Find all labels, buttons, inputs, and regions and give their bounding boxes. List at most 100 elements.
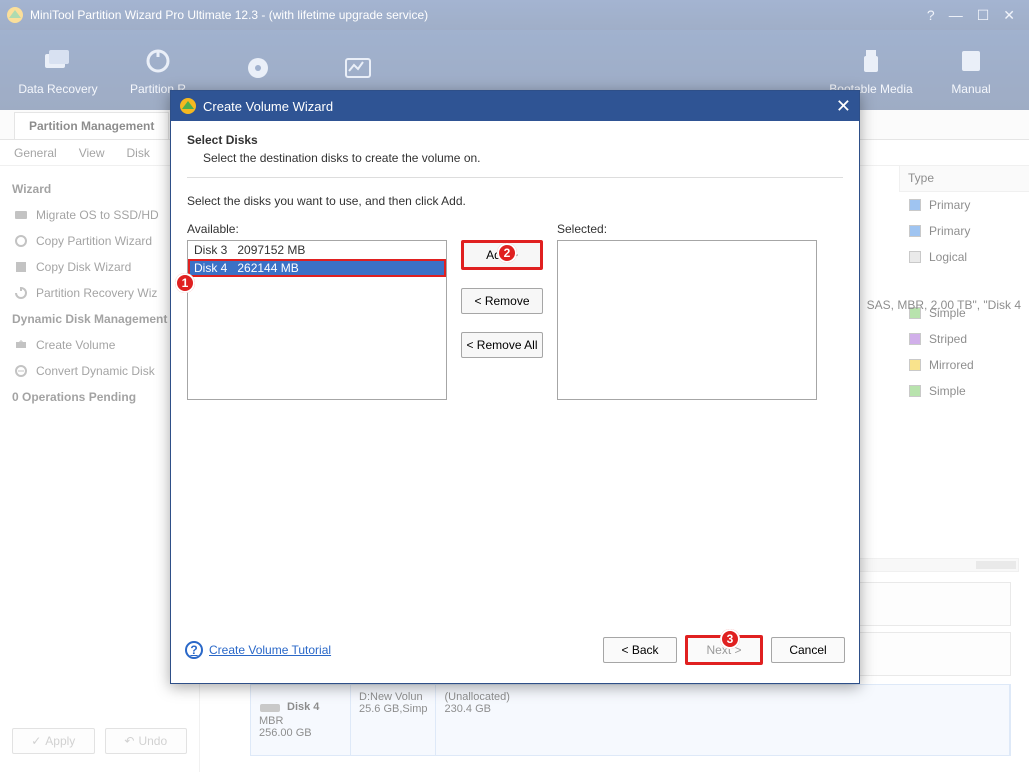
- sidebar-dynamic-header: Dynamic Disk Management: [12, 312, 187, 326]
- window-help-icon[interactable]: ?: [927, 7, 935, 24]
- callout-badge-3: 3: [720, 629, 740, 649]
- type-label: Simple: [929, 384, 966, 398]
- sidebar-convert-dynamic[interactable]: Convert Dynamic Disk: [12, 358, 187, 384]
- sidebar-copy-disk[interactable]: Copy Disk Wizard: [12, 254, 187, 280]
- dialog-instruction: Select the disks you want to use, and th…: [187, 194, 843, 208]
- hdd-icon: [259, 701, 281, 715]
- dialog-step-header: Select Disks: [187, 133, 843, 147]
- disk-size: 256.00 GB: [259, 727, 342, 739]
- help-icon: ?: [185, 641, 203, 659]
- type-row[interactable]: Striped: [899, 326, 1029, 352]
- partition-cell[interactable]: D:New Volun 25.6 GB,Simp: [351, 685, 436, 755]
- sidebar-item-label: Create Volume: [36, 338, 115, 352]
- swatch-icon: [909, 251, 921, 263]
- type-row[interactable]: Primary: [899, 192, 1029, 218]
- undo-button[interactable]: ↶Undo: [105, 728, 188, 754]
- dialog-title: Create Volume Wizard: [203, 99, 333, 114]
- callout-badge-2: 2: [497, 243, 517, 263]
- recovery-icon: [14, 286, 28, 300]
- remove-all-button[interactable]: < Remove All: [461, 332, 543, 358]
- type-row[interactable]: Mirrored: [899, 352, 1029, 378]
- menu-general[interactable]: General: [14, 146, 57, 160]
- toolbar-disk[interactable]: [208, 51, 308, 89]
- toolbar-label: Data Recovery: [8, 82, 108, 96]
- partition-name: D:New Volun: [359, 691, 427, 703]
- sidebar-partition-recovery[interactable]: Partition Recovery Wiz: [12, 280, 187, 306]
- swatch-icon: [909, 225, 921, 237]
- menu-view[interactable]: View: [79, 146, 105, 160]
- callout-badge-1: 1: [175, 273, 195, 293]
- window-titlebar: MiniTool Partition Wizard Pro Ultimate 1…: [0, 0, 1029, 30]
- apply-label: Apply: [45, 734, 75, 748]
- sidebar-wizard-header: Wizard: [12, 182, 187, 196]
- sidebar-copy-partition[interactable]: Copy Partition Wizard: [12, 228, 187, 254]
- partition-size: 230.4 GB: [444, 703, 1001, 715]
- cancel-button[interactable]: Cancel: [771, 637, 845, 663]
- help-link-label: Create Volume Tutorial: [209, 643, 331, 657]
- toolbar-data-recovery[interactable]: Data Recovery: [8, 44, 108, 96]
- partition-name: (Unallocated): [444, 691, 1001, 703]
- disk-scheme: MBR: [259, 715, 342, 727]
- usb-icon: [821, 44, 921, 78]
- create-volume-wizard-dialog: Create Volume Wizard ✕ Select Disks Sele…: [170, 90, 860, 684]
- copy-partition-icon: [14, 234, 28, 248]
- divider: [187, 177, 843, 178]
- disk-row-disk4[interactable]: Disk 4 MBR 256.00 GB D:New Volun 25.6 GB…: [250, 684, 1011, 756]
- window-title: MiniTool Partition Wizard Pro Ultimate 1…: [30, 8, 428, 22]
- column-header-type[interactable]: Type: [899, 166, 1029, 192]
- toolbar-benchmark[interactable]: [308, 51, 408, 89]
- toolbar-manual[interactable]: Manual: [921, 44, 1021, 96]
- window-minimize-icon[interactable]: —: [949, 7, 963, 24]
- convert-icon: [14, 364, 28, 378]
- undo-label: Undo: [138, 734, 167, 748]
- app-logo-icon: [179, 97, 197, 115]
- swatch-icon: [909, 385, 921, 397]
- help-link[interactable]: ? Create Volume Tutorial: [185, 641, 331, 659]
- disk-header: Disk 4 MBR 256.00 GB: [251, 685, 351, 755]
- window-maximize-icon[interactable]: ☐: [977, 7, 990, 24]
- manual-icon: [921, 44, 1021, 78]
- type-row[interactable]: Logical: [899, 244, 1029, 270]
- sidebar-create-volume[interactable]: Create Volume: [12, 332, 187, 358]
- operations-pending: 0 Operations Pending: [12, 390, 187, 404]
- selected-label: Selected:: [557, 222, 817, 236]
- scrollbar-thumb[interactable]: [976, 561, 1016, 569]
- type-label: Mirrored: [929, 358, 974, 372]
- migrate-icon: [14, 208, 28, 222]
- swatch-icon: [909, 333, 921, 345]
- partition-recovery-icon: [108, 44, 208, 78]
- sidebar-item-label: Migrate OS to SSD/HD: [36, 208, 159, 222]
- list-item-selected[interactable]: Disk 4 262144 MB: [188, 259, 446, 277]
- tab-partition-management[interactable]: Partition Management: [14, 112, 169, 139]
- selected-disks-listbox[interactable]: [557, 240, 817, 400]
- type-label: Striped: [929, 332, 967, 346]
- disk-icon: [208, 51, 308, 85]
- type-row[interactable]: Primary: [899, 218, 1029, 244]
- disk-summary-text: SAS, MBR, 2.00 TB", "Disk 4: [867, 298, 1021, 312]
- toolbar-bootable-media[interactable]: Bootable Media: [821, 44, 921, 96]
- remove-button[interactable]: < Remove: [461, 288, 543, 314]
- swatch-icon: [909, 199, 921, 211]
- list-item[interactable]: Disk 3 2097152 MB: [188, 241, 446, 259]
- menu-disk[interactable]: Disk: [127, 146, 150, 160]
- sidebar-migrate-os[interactable]: Migrate OS to SSD/HD: [12, 202, 187, 228]
- sidebar-item-label: Copy Disk Wizard: [36, 260, 131, 274]
- sidebar-item-label: Copy Partition Wizard: [36, 234, 152, 248]
- app-logo-icon: [6, 6, 24, 24]
- dialog-close-icon[interactable]: ✕: [836, 96, 851, 117]
- apply-button[interactable]: ✓Apply: [12, 728, 95, 754]
- window-close-icon[interactable]: ✕: [1003, 7, 1015, 24]
- sidebar-item-label: Partition Recovery Wiz: [36, 286, 157, 300]
- available-disks-listbox[interactable]: Disk 3 2097152 MB Disk 4 262144 MB: [187, 240, 447, 400]
- dialog-step-subtext: Select the destination disks to create t…: [187, 147, 843, 175]
- type-row[interactable]: Simple: [899, 378, 1029, 404]
- type-label: Primary: [929, 198, 970, 212]
- disk-name: Disk 4: [287, 701, 319, 715]
- dialog-titlebar: Create Volume Wizard ✕: [171, 91, 859, 121]
- available-label: Available:: [187, 222, 447, 236]
- partition-cell-unallocated[interactable]: (Unallocated) 230.4 GB: [436, 685, 1010, 755]
- toolbar-partition-recovery[interactable]: Partition R: [108, 44, 208, 96]
- dialog-footer: ? Create Volume Tutorial < Back Next > C…: [171, 629, 859, 683]
- back-button[interactable]: < Back: [603, 637, 677, 663]
- type-label: Logical: [929, 250, 967, 264]
